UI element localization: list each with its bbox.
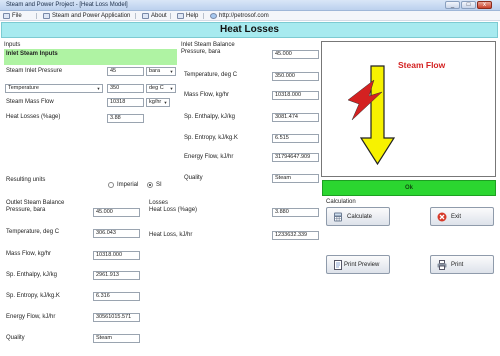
menu-steam-power-application[interactable]: Steam and Power Application [42, 12, 130, 20]
inlet-entropy-value: 6.515 [272, 134, 319, 143]
inlet-quality-value: Steam [272, 174, 319, 183]
outlet-energy-flow-label: Energy Flow, kJ/hr [6, 314, 56, 320]
down-arrow-icon [359, 65, 396, 166]
calculate-button[interactable]: Calculate [326, 207, 390, 226]
inlet-enthalpy-label: Sp. Enthalpy, kJ/kg [184, 114, 235, 120]
inlet-pressure-label: Pressure, bara [181, 49, 221, 55]
outlet-steam-balance-label: Outlet Steam Balance [6, 200, 65, 206]
inlet-energy-flow-label: Energy Flow, kJ/hr [184, 154, 234, 160]
inlet-temperature-label: Temperature, deg C [184, 72, 238, 78]
outlet-mass-flow-value: 10318.000 [93, 251, 140, 260]
outlet-enthalpy-value: 2961.913 [93, 271, 140, 280]
maximize-button[interactable]: □ [461, 1, 476, 9]
calculation-section-label: Calculation [326, 199, 356, 205]
inlet-mass-flow-label: Mass Flow, kg/hr [184, 92, 230, 98]
outlet-mass-flow-label: Mass Flow, kg/hr [6, 251, 52, 257]
heat-loss-pct-value: 3.880 [272, 208, 319, 217]
temperature-unit-select[interactable]: deg C ▼ [146, 84, 176, 93]
outlet-energy-flow-value: 30561015.571 [93, 313, 140, 322]
outlet-pressure-label: Pressure, bara [6, 207, 46, 213]
steam-temperature-input[interactable]: 350 [107, 84, 144, 93]
chevron-down-icon: ▼ [169, 86, 174, 91]
units-si-label: SI [156, 182, 162, 188]
heat-loss-kj-label: Heat Loss, kJ/hr [149, 232, 193, 238]
menu-separator [36, 13, 37, 19]
steam-inlet-pressure-label: Steam Inlet Pressure [6, 68, 63, 74]
menu-about[interactable]: About [141, 12, 167, 20]
mass-flow-unit-select[interactable]: kg/hr ▼ [146, 98, 170, 107]
inlet-steam-inputs-banner: Inlet Steam Inputs [4, 49, 177, 65]
outlet-temperature-label: Temperature, deg C [6, 229, 60, 235]
steam-mass-flow-input[interactable]: 10318 [107, 98, 144, 107]
status-ok-bar: Ok [322, 180, 496, 196]
steam-inlet-pressure-input[interactable]: 45 [107, 67, 144, 76]
menu-website-link[interactable]: http://petrosof.com [209, 12, 269, 20]
heat-losses-input[interactable]: 3.88 [107, 114, 144, 123]
steam-flow-label: Steam Flow [398, 60, 446, 70]
inlet-enthalpy-value: 3081.474 [272, 113, 319, 122]
outlet-temperature-value: 306.043 [93, 229, 140, 238]
inlet-energy-flow-value: 31794647.909 [272, 153, 319, 162]
minimize-button[interactable]: _ [445, 1, 460, 9]
about-icon [142, 13, 149, 19]
file-icon [3, 13, 10, 19]
outlet-quality-label: Quality [6, 335, 25, 341]
resulting-units-label: Resulting units [6, 177, 46, 183]
menu-bar: File Steam and Power Application About H… [0, 11, 500, 21]
printer-icon [437, 260, 447, 270]
window-title-bar: Steam and Power Project - [Heat Loss Mod… [0, 0, 500, 11]
outlet-pressure-value: 45.000 [93, 208, 140, 217]
pressure-unit-select[interactable]: bara ▼ [146, 67, 176, 76]
close-window-button[interactable]: x [477, 1, 492, 9]
exit-icon [437, 212, 447, 222]
print-button[interactable]: Print [430, 255, 494, 274]
print-preview-icon [334, 260, 342, 270]
help-icon [177, 13, 184, 19]
outlet-enthalpy-label: Sp. Enthalpy, kJ/kg [6, 272, 57, 278]
inlet-steam-balance-label: Inlet Steam Balance [181, 42, 235, 48]
print-preview-button[interactable]: Print Preview [326, 255, 390, 274]
menu-help[interactable]: Help [176, 12, 198, 20]
application-icon [43, 13, 50, 19]
inlet-quality-label: Quality [184, 175, 203, 181]
inlet-mass-flow-value: 10318.000 [272, 91, 319, 100]
menu-separator [135, 13, 136, 19]
temperature-mode-select[interactable]: Temperature ▼ [5, 84, 103, 93]
menu-separator [170, 13, 171, 19]
menu-separator [203, 13, 204, 19]
units-imperial-label: Imperial [117, 182, 139, 188]
outlet-entropy-label: Sp. Entropy, kJ/kg.K [6, 293, 60, 299]
chevron-down-icon: ▼ [169, 69, 174, 74]
outlet-quality-value: Steam [93, 334, 140, 343]
units-si-radio[interactable] [147, 182, 153, 188]
chevron-down-icon: ▼ [96, 86, 101, 91]
globe-icon [210, 13, 217, 19]
calculator-icon [334, 212, 342, 222]
steam-flow-diagram: Steam Flow [321, 41, 496, 177]
steam-mass-flow-label: Steam Mass Flow [6, 99, 54, 105]
heat-loss-pct-label: Heat Loss (%age) [149, 207, 198, 213]
inlet-entropy-label: Sp. Entropy, kJ/kg.K [184, 135, 238, 141]
menu-file[interactable]: File [2, 12, 22, 20]
page-title: Heat Losses [1, 22, 498, 38]
inlet-pressure-value: 45.000 [272, 50, 319, 59]
losses-section-label: Losses [149, 200, 169, 206]
inlet-temperature-value: 350.000 [272, 72, 319, 81]
inputs-section-label: Inputs [4, 42, 21, 48]
outlet-entropy-value: 6.316 [93, 292, 140, 301]
heat-loss-kj-value: 1233632.339 [272, 231, 319, 240]
heat-losses-label: Heat Losses (%age) [6, 114, 61, 120]
window-title: Steam and Power Project - [Heat Loss Mod… [6, 2, 128, 8]
exit-button[interactable]: Exit [430, 207, 494, 226]
chevron-down-icon: ▼ [163, 100, 168, 105]
units-imperial-radio[interactable] [108, 182, 114, 188]
